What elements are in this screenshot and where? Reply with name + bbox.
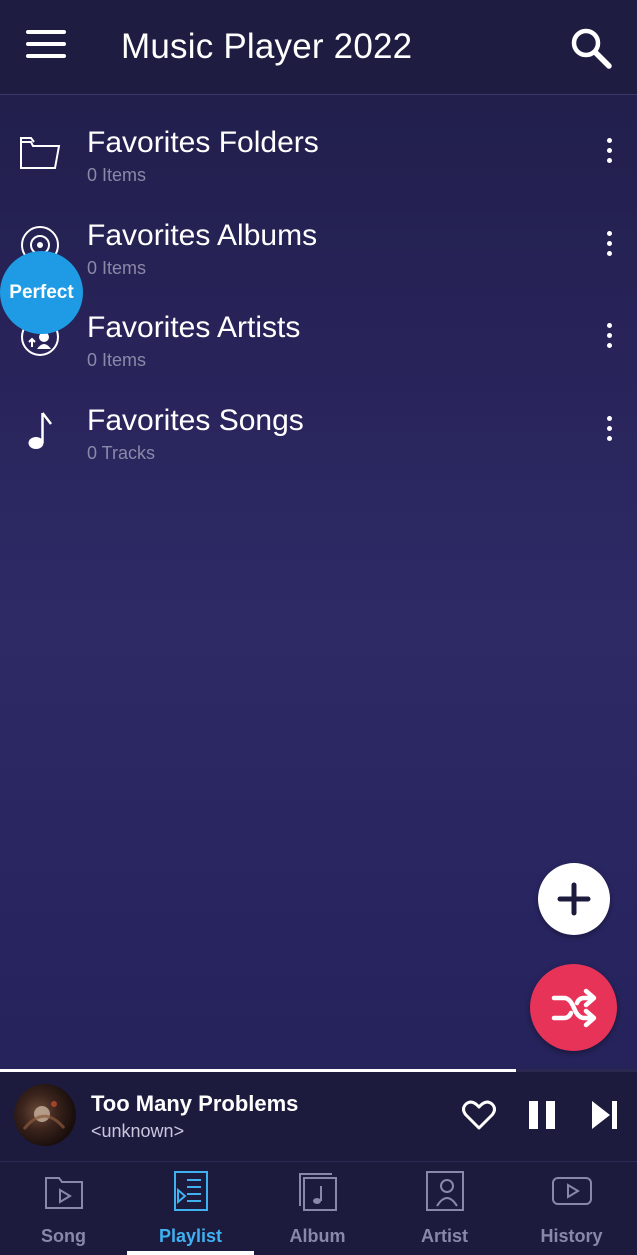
row-title: Favorites Folders xyxy=(87,126,319,159)
heart-icon[interactable] xyxy=(462,1099,496,1131)
history-icon xyxy=(550,1170,594,1212)
folder-icon xyxy=(18,130,62,174)
favorites-folders-row[interactable]: Favorites Folders 0 Items xyxy=(0,108,637,201)
bottom-navigation: Song Playlist Album Artist History xyxy=(0,1161,637,1255)
pause-icon[interactable] xyxy=(527,1101,557,1129)
row-title: Favorites Artists xyxy=(87,311,301,344)
now-playing-title: Too Many Problems xyxy=(91,1091,299,1116)
row-count: 0 Items xyxy=(87,165,147,185)
skip-next-icon[interactable] xyxy=(590,1101,620,1129)
more-options-icon[interactable] xyxy=(601,323,617,357)
tab-history[interactable]: History xyxy=(508,1162,635,1255)
perfect-overlay-bubble[interactable]: Perfect xyxy=(0,251,83,334)
tab-song[interactable]: Song xyxy=(0,1162,127,1255)
playlist-icon xyxy=(169,1170,213,1212)
tab-artist[interactable]: Artist xyxy=(381,1162,508,1255)
tab-label: History xyxy=(540,1226,603,1246)
playback-progress-fill xyxy=(0,1069,516,1072)
favorites-list: Favorites Folders 0 Items Favorites Albu… xyxy=(0,108,637,478)
shuffle-icon xyxy=(551,988,596,1027)
row-count: 0 Items xyxy=(87,350,147,370)
artist-icon xyxy=(423,1170,467,1212)
row-title: Favorites Songs xyxy=(87,403,304,437)
album-art-thumbnail[interactable] xyxy=(14,1084,76,1146)
shuffle-button[interactable] xyxy=(530,964,617,1051)
tab-playlist[interactable]: Playlist xyxy=(127,1162,254,1255)
row-title: Favorites Albums xyxy=(87,218,318,252)
app-title: Music Player 2022 xyxy=(121,27,413,66)
more-options-icon[interactable] xyxy=(601,138,617,172)
tab-label: Album xyxy=(289,1226,346,1246)
add-playlist-button[interactable] xyxy=(538,863,610,935)
tab-album[interactable]: Album xyxy=(254,1162,381,1255)
search-icon[interactable] xyxy=(569,26,613,70)
favorites-albums-row[interactable]: Favorites Albums 0 Items xyxy=(0,201,637,294)
favorites-songs-row[interactable]: Favorites Songs 0 Tracks xyxy=(0,386,637,479)
top-app-bar: Music Player 2022 xyxy=(0,0,637,95)
tab-label: Playlist xyxy=(158,1226,223,1246)
active-tab-indicator xyxy=(127,1251,254,1255)
playback-progress-track[interactable] xyxy=(0,1069,637,1072)
plus-icon xyxy=(557,882,591,916)
now-playing-artist: <unknown> xyxy=(91,1121,185,1141)
tab-label: Song xyxy=(41,1226,86,1246)
more-options-icon[interactable] xyxy=(601,415,617,450)
album-icon xyxy=(296,1170,340,1212)
music-note-icon xyxy=(18,408,62,452)
song-icon xyxy=(42,1170,86,1212)
tab-label: Artist xyxy=(420,1226,468,1246)
row-count: 0 Tracks xyxy=(87,442,156,463)
hamburger-menu-icon[interactable] xyxy=(26,30,68,64)
favorites-artists-row[interactable]: Favorites Artists 0 Items xyxy=(0,293,637,386)
row-count: 0 Items xyxy=(87,257,147,278)
now-playing-bar[interactable]: Too Many Problems <unknown> xyxy=(0,1069,637,1161)
more-options-icon[interactable] xyxy=(601,230,617,265)
